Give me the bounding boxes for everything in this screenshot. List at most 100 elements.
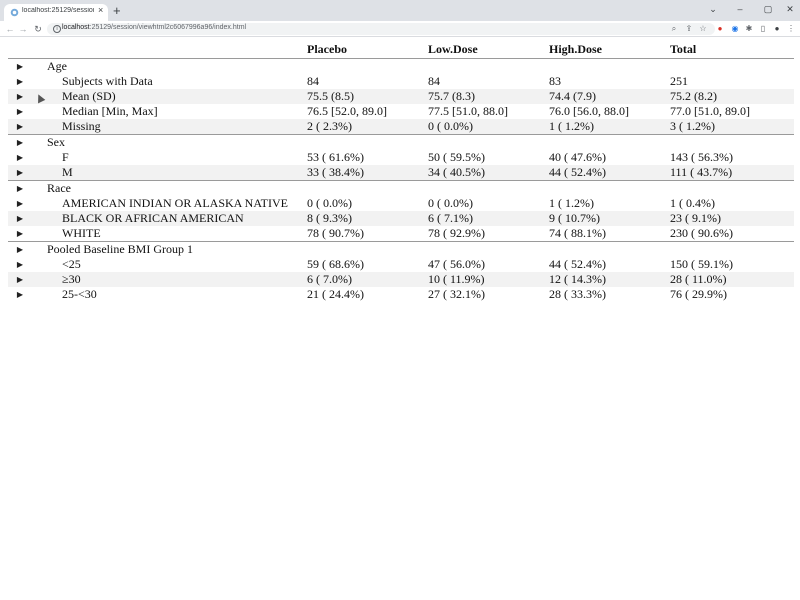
cell-placebo: 33 ( 38.4%)	[307, 164, 428, 180]
cell-low-dose	[428, 240, 549, 257]
opera-extension-icon[interactable]: ●	[714, 22, 726, 36]
cell-placebo: 75.5 (8.5)	[307, 88, 428, 104]
expand-toggle[interactable]: ▶	[8, 118, 32, 134]
cell-placebo: 59 ( 68.6%)	[307, 256, 364, 271]
expand-triangle-icon[interactable]: ▶	[17, 290, 23, 299]
tab-search-icon[interactable]: ⌄	[703, 2, 723, 16]
share-icon[interactable]: ⇪	[683, 23, 695, 35]
row-label: Mean (SD)	[32, 88, 307, 104]
cell-total	[670, 133, 794, 150]
cell-total: 3 ( 1.2%)	[670, 118, 794, 134]
cell-total	[670, 57, 794, 74]
table-row: ▶ M 33 ( 38.4%) 34 ( 40.5%) 44 ( 52.4%) 111 (…	[8, 164, 794, 180]
expand-triangle-icon[interactable]: ▶	[17, 138, 23, 147]
more-menu-icon[interactable]: ⋮	[785, 22, 797, 36]
expand-triangle-icon[interactable]: ▶	[17, 92, 23, 101]
reload-icon[interactable]: ↻	[31, 22, 45, 36]
cell-low-dose: 47 ( 56.0%)	[428, 256, 485, 271]
column-header-high-dose: High.Dose	[549, 42, 670, 59]
tab-close-icon[interactable]: ×	[98, 6, 103, 15]
forward-arrow-icon[interactable]: →	[16, 22, 30, 36]
expand-toggle[interactable]: ▶	[8, 57, 32, 74]
new-tab-button[interactable]: +	[113, 4, 121, 17]
cell-high-dose: 74 ( 88.1%)	[549, 225, 606, 240]
table-row: ▶ BLACK OR AFRICAN AMERICAN 8 ( 9.3%) 6 ( 7…	[8, 210, 794, 226]
expand-triangle-icon[interactable]: ▶	[17, 153, 23, 162]
browser-tab[interactable]: localhost:25129/session/viewhtm ×	[4, 4, 108, 21]
expand-toggle[interactable]: ▶	[8, 88, 32, 104]
group-label: Sex	[32, 133, 307, 150]
column-header-label	[32, 42, 307, 59]
expand-toggle[interactable]: ▶	[8, 271, 32, 287]
expand-triangle-icon[interactable]: ▶	[17, 168, 23, 177]
table-group-row: ▶ Sex	[8, 133, 794, 150]
cell-low-dose: 75.7 (8.3)	[428, 88, 549, 104]
maximize-button[interactable]: ▢	[758, 2, 778, 16]
cell-placebo	[307, 133, 428, 150]
expand-triangle-icon[interactable]: ▶	[17, 107, 23, 116]
info-icon[interactable]: i	[53, 25, 61, 33]
puzzle-extensions-icon[interactable]: ✱	[743, 22, 755, 36]
cell-placebo: 78 ( 90.7%)	[307, 225, 364, 240]
cell-high-dose	[549, 179, 670, 196]
expand-toggle[interactable]: ▶	[8, 210, 32, 226]
table-row: ▶ Subjects with Data 84 84 83 251	[8, 74, 794, 89]
expand-triangle-icon[interactable]: ▶	[17, 184, 23, 193]
expand-triangle-icon[interactable]: ▶	[17, 260, 23, 269]
cell-total: 1 ( 0.4%)	[670, 195, 715, 210]
expand-triangle-icon[interactable]: ▶	[17, 275, 23, 284]
cell-high-dose: 83	[549, 73, 561, 88]
expand-toggle[interactable]: ▶	[8, 133, 32, 150]
cell-high-dose: 40 ( 47.6%)	[549, 149, 606, 164]
expand-triangle-icon[interactable]: ▶	[17, 229, 23, 238]
cell-high-dose: 12 ( 14.3%)	[549, 271, 670, 287]
profile-avatar-icon[interactable]: ●	[771, 22, 783, 36]
expand-toggle[interactable]: ▶	[8, 150, 32, 165]
cell-total: 150 ( 59.1%)	[670, 256, 733, 271]
expand-toggle[interactable]: ▶	[8, 104, 32, 119]
cell-low-dose	[428, 57, 549, 74]
cell-placebo: 8 ( 9.3%)	[307, 210, 428, 226]
expand-toggle[interactable]: ▶	[8, 287, 32, 302]
expand-toggle[interactable]: ▶	[8, 196, 32, 211]
expand-toggle[interactable]: ▶	[8, 74, 32, 89]
cell-total: 23 ( 9.1%)	[670, 210, 794, 226]
row-label: BLACK OR AFRICAN AMERICAN	[32, 210, 307, 226]
cell-low-dose: 0 ( 0.0%)	[428, 118, 549, 134]
table-row: ▶ ≥30 6 ( 7.0%) 10 ( 11.9%) 12 ( 14.3%) 28 ( …	[8, 271, 794, 287]
expand-triangle-icon[interactable]: ▶	[17, 62, 23, 71]
zoom-icon[interactable]: ⌕	[668, 23, 680, 35]
cell-total	[670, 179, 794, 196]
back-arrow-icon[interactable]: ←	[3, 22, 17, 36]
row-label: ≥30	[32, 271, 307, 287]
minimize-button[interactable]: –	[730, 2, 750, 16]
expand-triangle-icon[interactable]: ▶	[17, 77, 23, 86]
cell-low-dose: 77.5 [51.0, 88.0]	[428, 103, 508, 118]
cell-placebo	[307, 179, 428, 196]
bookmark-star-icon[interactable]: ☆	[697, 23, 709, 35]
close-window-button[interactable]: ✕	[780, 2, 800, 16]
cell-total: 28 ( 11.0%)	[670, 271, 794, 287]
expand-triangle-icon[interactable]: ▶	[17, 122, 23, 131]
cell-high-dose: 1 ( 1.2%)	[549, 118, 670, 134]
extension-circle-icon[interactable]: ◉	[729, 22, 741, 36]
expand-toggle[interactable]: ▶	[8, 257, 32, 272]
column-header-placebo: Placebo	[307, 42, 428, 59]
cell-total: 251	[670, 73, 688, 88]
expand-toggle[interactable]: ▶	[8, 226, 32, 242]
tab-title: localhost:25129/session/viewhtm	[22, 7, 94, 14]
expand-toggle[interactable]: ▶	[8, 240, 32, 257]
row-label: Median [Min, Max]	[62, 103, 158, 118]
expand-toggle[interactable]: ▶	[8, 164, 32, 180]
table-row: ▶ Mean (SD) 75.5 (8.5) 75.7 (8.3) 74.4 (7.9)…	[8, 88, 794, 104]
side-panel-icon[interactable]: ▯	[757, 22, 769, 36]
table-row: ▶ <25 59 ( 68.6%) 47 ( 56.0%) 44 ( 52.4%) 150…	[8, 257, 794, 272]
expand-triangle-icon[interactable]: ▶	[17, 245, 23, 254]
expand-triangle-icon[interactable]: ▶	[17, 199, 23, 208]
cell-total: 143 ( 56.3%)	[670, 149, 733, 164]
expand-toggle[interactable]: ▶	[8, 179, 32, 196]
cell-high-dose: 76.0 [56.0, 88.0]	[549, 103, 629, 118]
expand-triangle-icon[interactable]: ▶	[17, 214, 23, 223]
table-row: ▶ 25-<30 21 ( 24.4%) 27 ( 32.1%) 28 ( 33.3%)…	[8, 287, 794, 302]
address-bar[interactable]: i localhost:25129/session/viewhtml2c6067…	[47, 23, 715, 35]
